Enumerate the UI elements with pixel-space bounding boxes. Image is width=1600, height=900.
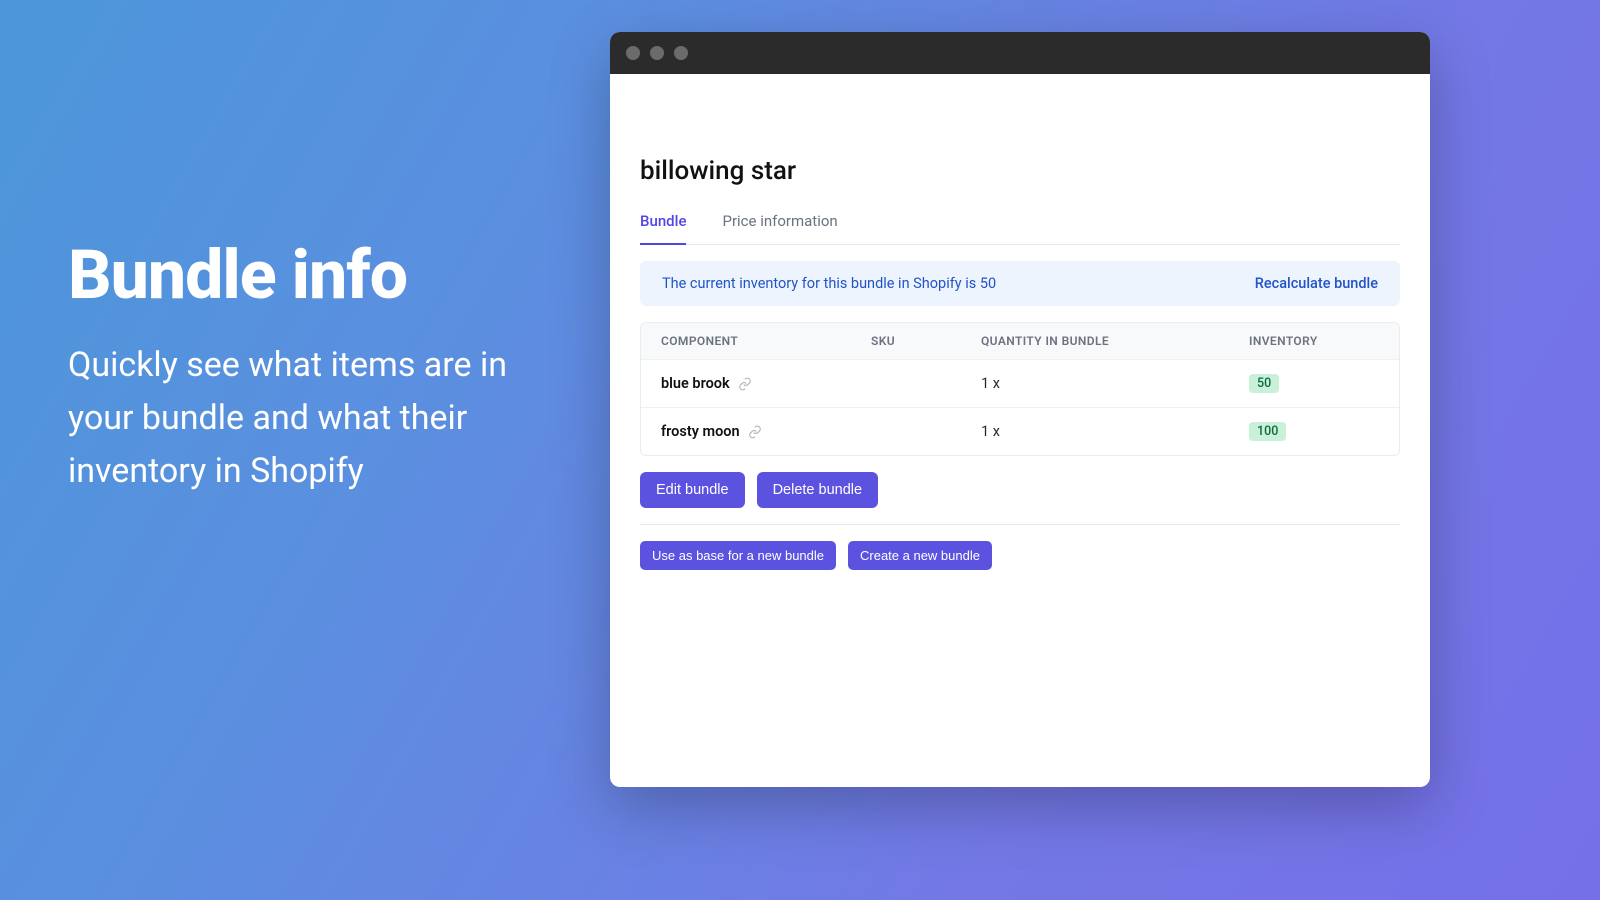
component-quantity: 1 x — [981, 375, 1249, 392]
hero-panel: Bundle info Quickly see what items are i… — [0, 0, 610, 497]
inventory-badge: 100 — [1249, 422, 1286, 441]
link-icon — [748, 425, 762, 439]
use-as-base-button[interactable]: Use as base for a new bundle — [640, 541, 836, 570]
primary-actions: Edit bundle Delete bundle — [640, 472, 1400, 508]
tab-bar: Bundle Price information — [640, 204, 1400, 245]
table-row: blue brook 1 x 50 — [641, 359, 1399, 407]
create-new-bundle-button[interactable]: Create a new bundle — [848, 541, 992, 570]
edit-bundle-button[interactable]: Edit bundle — [640, 472, 745, 508]
col-header-sku: SKU — [871, 334, 981, 348]
delete-bundle-button[interactable]: Delete bundle — [757, 472, 879, 508]
link-icon — [738, 377, 752, 391]
window-zoom-dot[interactable] — [674, 46, 688, 60]
page-title: billowing star — [640, 156, 1400, 186]
table-row: frosty moon 1 x 100 — [641, 407, 1399, 455]
page-content: billowing star Bundle Price information … — [610, 74, 1430, 787]
window-minimize-dot[interactable] — [650, 46, 664, 60]
component-name-text: blue brook — [661, 375, 730, 392]
table-header: COMPONENT SKU QUANTITY IN BUNDLE INVENTO… — [641, 323, 1399, 359]
col-header-component: COMPONENT — [661, 334, 871, 348]
divider — [640, 524, 1400, 525]
col-header-inventory: INVENTORY — [1249, 334, 1379, 348]
tab-price-information[interactable]: Price information — [722, 204, 837, 244]
hero-title: Bundle info — [68, 240, 580, 311]
inventory-badge: 50 — [1249, 374, 1279, 393]
recalculate-bundle-link[interactable]: Recalculate bundle — [1255, 275, 1378, 292]
col-header-quantity: QUANTITY IN BUNDLE — [981, 334, 1249, 348]
inventory-banner: The current inventory for this bundle in… — [640, 261, 1400, 306]
secondary-actions: Use as base for a new bundle Create a ne… — [640, 541, 1400, 570]
window-titlebar — [610, 32, 1430, 74]
component-name[interactable]: blue brook — [661, 375, 752, 392]
component-quantity: 1 x — [981, 423, 1249, 440]
components-table: COMPONENT SKU QUANTITY IN BUNDLE INVENTO… — [640, 322, 1400, 456]
inventory-banner-text: The current inventory for this bundle in… — [662, 275, 996, 292]
component-name-text: frosty moon — [661, 423, 740, 440]
hero-subtitle: Quickly see what items are in your bundl… — [68, 339, 580, 497]
window-close-dot[interactable] — [626, 46, 640, 60]
component-name[interactable]: frosty moon — [661, 423, 762, 440]
app-window: billowing star Bundle Price information … — [610, 32, 1430, 787]
tab-bundle[interactable]: Bundle — [640, 204, 686, 244]
